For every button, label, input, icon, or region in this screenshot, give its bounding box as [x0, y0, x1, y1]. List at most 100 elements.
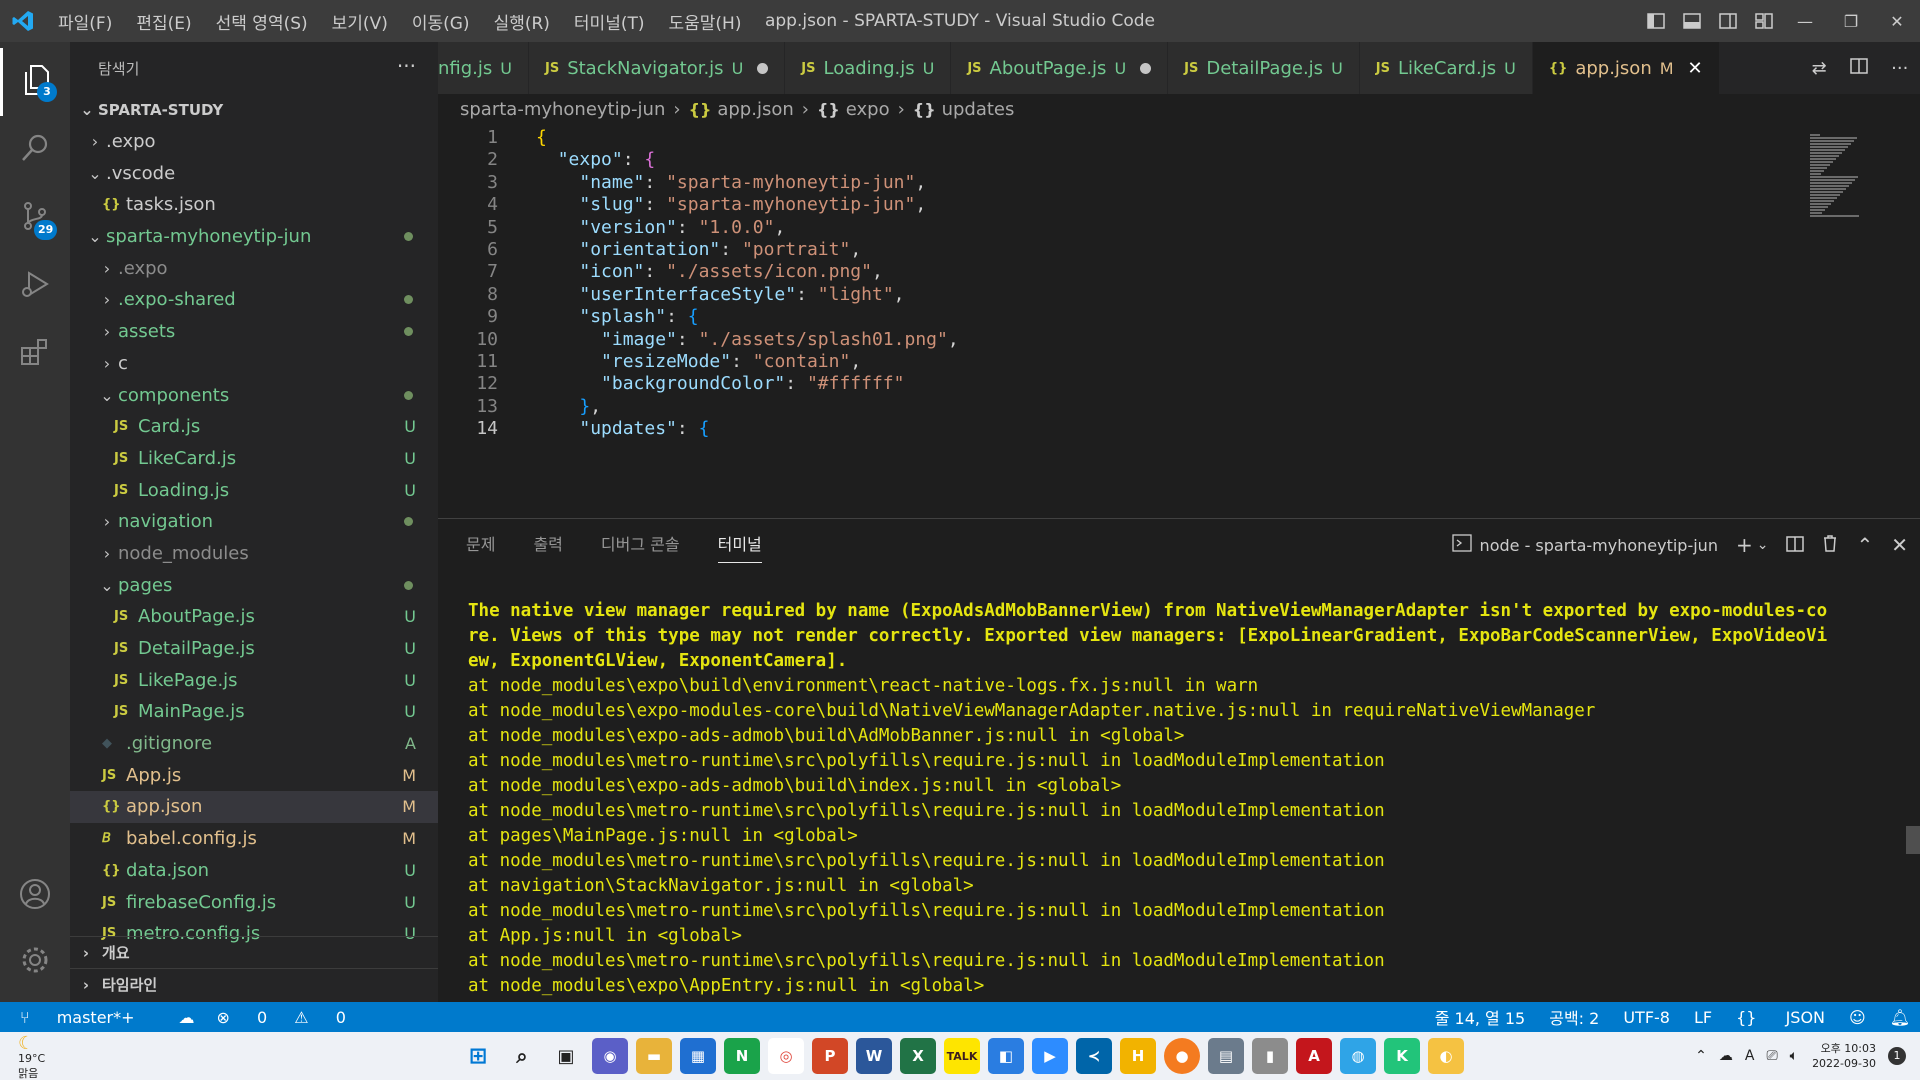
powerpoint-icon[interactable]: P: [812, 1038, 848, 1074]
store-icon[interactable]: ▦: [680, 1038, 716, 1074]
breadcrumb-expo[interactable]: expo: [846, 99, 890, 120]
editor-tab[interactable]: nfig.js U: [438, 42, 529, 94]
run-debug-button[interactable]: [0, 252, 70, 320]
tree-item[interactable]: › assets: [70, 316, 438, 348]
editor-tab[interactable]: JS AboutPage.js U: [951, 42, 1169, 94]
volume-icon[interactable]: 🔈︎: [1790, 1048, 1798, 1064]
tree-item[interactable]: › navigation: [70, 506, 438, 538]
tree-item[interactable]: 𝘉babel.config.js M: [70, 823, 438, 855]
search-icon[interactable]: ⌕: [504, 1038, 540, 1074]
menu-edit[interactable]: 편집(E): [124, 9, 203, 34]
file-explorer-icon[interactable]: ▬: [636, 1038, 672, 1074]
maximize-panel-icon[interactable]: ⌃: [1856, 533, 1873, 557]
app-grey-icon[interactable]: ▮: [1252, 1038, 1288, 1074]
unsaved-dot-icon[interactable]: [757, 62, 769, 74]
menu-help[interactable]: 도움말(H): [657, 9, 754, 34]
tree-item[interactable]: ◆ .gitignore A: [70, 728, 438, 760]
outline-section[interactable]: › 개요: [70, 936, 438, 968]
workspace-root[interactable]: ⌄ SPARTA-STUDY: [70, 94, 438, 126]
chevron-down-icon[interactable]: ⌄: [1757, 537, 1769, 553]
tree-item[interactable]: JS firebaseConfig.js U: [70, 886, 438, 918]
minimap[interactable]: [1800, 124, 1920, 516]
tab-output[interactable]: 출력: [533, 519, 562, 571]
split-editor-icon[interactable]: [1850, 57, 1868, 79]
start-icon[interactable]: ⊞: [460, 1038, 496, 1074]
sync-icon[interactable]: ☁: [179, 1008, 195, 1027]
network-icon[interactable]: ⎚: [1766, 1048, 1777, 1064]
unsaved-dot-icon[interactable]: [1140, 62, 1152, 74]
chat-icon[interactable]: ◉: [592, 1038, 628, 1074]
tab-problems[interactable]: 문제: [466, 519, 495, 571]
app-icon[interactable]: ◧: [988, 1038, 1024, 1074]
tab-terminal[interactable]: 터미널: [717, 527, 762, 563]
chrome-icon[interactable]: ◎: [768, 1038, 804, 1074]
acrobat-icon[interactable]: A: [1296, 1038, 1332, 1074]
tree-item[interactable]: JS DetailPage.js U: [70, 633, 438, 665]
tree-item[interactable]: JS AboutPage.js U: [70, 601, 438, 633]
task-view-icon[interactable]: ▣: [548, 1038, 584, 1074]
code-editor[interactable]: 1{2 "expo": {3 "name": "sparta-myhoneyti…: [438, 124, 1920, 516]
editor-tab[interactable]: JS LikeCard.js U: [1359, 42, 1533, 94]
hangul-icon[interactable]: H: [1120, 1038, 1156, 1074]
editor-tab[interactable]: JS Loading.js U: [785, 42, 952, 94]
menu-go[interactable]: 이동(G): [400, 9, 482, 34]
compare-changes-icon[interactable]: ⇄: [1812, 58, 1827, 79]
breadcrumb-folder[interactable]: sparta-myhoneytip-jun: [460, 99, 665, 120]
tree-item[interactable]: ⌄ components: [70, 379, 438, 411]
tree-item[interactable]: JS MainPage.js U: [70, 696, 438, 728]
language-mode[interactable]: {} JSON: [1736, 1008, 1825, 1027]
indentation[interactable]: 공백: 2: [1549, 1005, 1599, 1029]
search-button[interactable]: [0, 116, 70, 184]
menu-file[interactable]: 파일(F): [46, 9, 124, 34]
eol[interactable]: LF: [1694, 1008, 1712, 1027]
ime-indicator[interactable]: A: [1745, 1048, 1755, 1064]
new-terminal-icon[interactable]: +: [1736, 533, 1753, 557]
naver-icon[interactable]: N: [724, 1038, 760, 1074]
tree-item[interactable]: › c: [70, 348, 438, 380]
feedback-icon[interactable]: ☺: [1849, 1008, 1866, 1027]
cursor-position[interactable]: 줄 14, 열 15: [1435, 1005, 1526, 1029]
clock[interactable]: 오후 10:03 2022-09-30: [1812, 1041, 1876, 1071]
notification-count[interactable]: 1: [1888, 1047, 1906, 1065]
editor-tab[interactable]: JS DetailPage.js U: [1168, 42, 1360, 94]
tree-item[interactable]: ⌄ .vscode: [70, 157, 438, 189]
app-yellow-icon[interactable]: ◐: [1428, 1038, 1464, 1074]
terminal-output[interactable]: The native view manager required by name…: [468, 599, 1908, 999]
more-icon[interactable]: ···: [1891, 58, 1908, 79]
bell-icon[interactable]: 🔔︎: [1890, 1008, 1910, 1027]
breadcrumb-updates[interactable]: updates: [942, 99, 1015, 120]
editor-tab[interactable]: JS StackNavigator.js U: [529, 42, 786, 94]
terminal-selector[interactable]: node - sparta-myhoneytip-jun: [1480, 536, 1718, 555]
cloud-icon[interactable]: ☁: [1719, 1048, 1733, 1064]
tree-item[interactable]: {} tasks.json: [70, 189, 438, 221]
kakaotalk-icon[interactable]: TALK: [944, 1038, 980, 1074]
split-terminal-icon[interactable]: [1786, 533, 1805, 557]
menu-view[interactable]: 보기(V): [320, 9, 400, 34]
app-orange-icon[interactable]: ●: [1164, 1038, 1200, 1074]
trash-icon[interactable]: [1822, 533, 1838, 557]
tree-item[interactable]: JS LikeCard.js U: [70, 443, 438, 475]
editor-tab[interactable]: {} app.json M ✕: [1532, 42, 1720, 94]
close-window-icon[interactable]: ✕: [1874, 0, 1920, 42]
tree-item[interactable]: ⌄ sparta-myhoneytip-jun: [70, 221, 438, 253]
branch-status[interactable]: ⑂ master*+: [20, 1008, 157, 1027]
problems-status[interactable]: ⊗ 0 ⚠ 0: [217, 1008, 368, 1027]
vscode-taskbar-icon[interactable]: ≺: [1076, 1038, 1112, 1074]
encoding[interactable]: UTF-8: [1623, 1008, 1670, 1027]
toggle-sidebar-icon[interactable]: [1638, 0, 1674, 42]
source-control-button[interactable]: 29: [0, 184, 70, 252]
breadcrumb-file[interactable]: app.json: [717, 99, 793, 120]
manage-button[interactable]: [0, 928, 70, 996]
tree-item[interactable]: JS Loading.js U: [70, 474, 438, 506]
tab-debug-console[interactable]: 디버그 콘솔: [601, 519, 680, 571]
toggle-secondary-sidebar-icon[interactable]: [1710, 0, 1746, 42]
extensions-button[interactable]: [0, 320, 70, 388]
more-actions-icon[interactable]: ···: [397, 54, 416, 78]
menu-terminal[interactable]: 터미널(T): [562, 9, 657, 34]
tree-item[interactable]: › .expo: [70, 126, 438, 158]
tree-item[interactable]: › .expo-shared: [70, 284, 438, 316]
restore-icon[interactable]: ❐: [1828, 0, 1874, 42]
tree-item[interactable]: JS Card.js U: [70, 411, 438, 443]
calculator-icon[interactable]: ▤: [1208, 1038, 1244, 1074]
tree-item[interactable]: › node_modules: [70, 538, 438, 570]
